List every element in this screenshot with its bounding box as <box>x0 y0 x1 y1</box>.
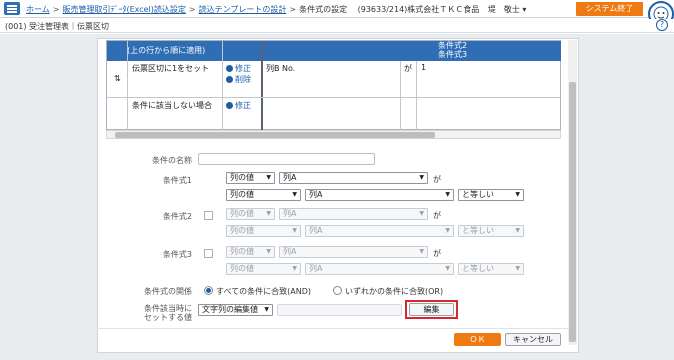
cond1-operator-select[interactable]: と等しい ▼ <box>458 189 524 201</box>
caret-down-icon: ▼ <box>445 227 450 234</box>
cond2-type2-select[interactable]: 列の値 ▼ <box>226 225 301 237</box>
caret-down-icon: ▼ <box>515 227 520 234</box>
logout-button[interactable]: システム終了 <box>576 2 643 16</box>
cond1-column-select[interactable]: 列A ▼ <box>279 172 428 184</box>
edit-icon <box>226 65 233 72</box>
cond2-type-select[interactable]: 列の値 ▼ <box>226 208 275 220</box>
edit-icon <box>226 102 233 109</box>
cond1-ga: が <box>433 175 441 184</box>
relation-or-radio[interactable] <box>333 286 342 295</box>
set-value-type-select[interactable]: 文字列の編集値 ▼ <box>198 304 273 316</box>
cond3-operator-select[interactable]: と等しい ▼ <box>458 263 524 275</box>
breadcrumb-current: 条件式の設定 <box>299 5 348 14</box>
cond2-column-select[interactable]: 列A ▼ <box>279 208 428 220</box>
menu-icon[interactable] <box>4 2 20 15</box>
caret-down-icon: ▼ <box>292 191 297 198</box>
row-label: 伝票区切に1をセット <box>132 64 210 73</box>
top-bar: ホーム > 販売管理取引ﾃﾞｰﾀ(Excel)読込設定 > 読込テンプレートの設計 > 条件… <box>0 0 674 18</box>
caret-down-icon: ▼ <box>445 191 450 198</box>
cancel-button[interactable]: キャンセル <box>505 333 561 346</box>
set-value-label: 条件該当時に セットする値 <box>144 304 192 322</box>
cond1-type-select[interactable]: 列の値 ▼ <box>226 172 275 184</box>
condition-column: 列B No. <box>266 64 296 73</box>
ok-button[interactable]: ＯＫ <box>454 333 501 346</box>
cond3-column2-select[interactable]: 列A ▼ <box>305 263 454 275</box>
breadcrumb-settings[interactable]: 販売管理取引ﾃﾞｰﾀ(Excel)読込設定 <box>62 5 185 14</box>
caret-down-icon: ▼ <box>515 265 520 272</box>
caret-down-icon: ▼ <box>419 210 424 217</box>
vertical-scrollbar[interactable] <box>568 40 577 345</box>
cond2-operator-select[interactable]: と等しい ▼ <box>458 225 524 237</box>
cond3-checkbox[interactable] <box>204 249 213 258</box>
breadcrumb-template[interactable]: 読込テンプレートの設計 <box>199 5 287 14</box>
caret-down-icon: ▼ <box>419 248 424 255</box>
company-name: (93633/214)株式会社ＴＫＣ食品 <box>357 5 480 14</box>
edit-link[interactable]: 修正 <box>226 63 251 74</box>
cond1-label: 条件式1 <box>162 176 192 185</box>
table-header-right: 条件式2 条件式3 <box>261 41 561 61</box>
row-label: 条件に該当しない場合 <box>132 101 212 110</box>
conditions-table: (上の行から順に適用) 条件式2 条件式3 ⇅ 伝票区切に1をセット 修正 削除… <box>106 40 561 131</box>
cond3-label: 条件式3 <box>162 250 192 259</box>
page-title: (001) 受注管理表｜伝票区切 <box>5 22 110 31</box>
drag-handle-icon[interactable]: ⇅ <box>114 74 121 83</box>
sub-header: (001) 受注管理表｜伝票区切 <box>0 19 674 33</box>
relation-label: 条件式の関係 <box>144 287 192 296</box>
caret-down-icon: ▼ <box>292 265 297 272</box>
edit-link[interactable]: 修正 <box>226 100 251 111</box>
caret-down-icon: ▼ <box>292 227 297 234</box>
condition-value: 1 <box>421 63 427 72</box>
name-label: 条件の名称 <box>152 156 192 165</box>
user-menu[interactable]: 堤 敬士 ▾ <box>488 5 527 14</box>
cond2-checkbox[interactable] <box>204 211 213 220</box>
caret-down-icon: ▼ <box>515 191 520 198</box>
cond2-ga: が <box>433 211 441 220</box>
caret-down-icon: ▼ <box>266 174 271 181</box>
caret-down-icon: ▼ <box>266 210 271 217</box>
relation-or-label[interactable]: いずれかの条件に合致(OR) <box>345 286 443 297</box>
cond2-label: 条件式2 <box>162 212 192 221</box>
relation-and-radio[interactable] <box>204 286 213 295</box>
set-value-display <box>277 304 402 316</box>
delete-link[interactable]: 削除 <box>226 74 251 85</box>
caret-down-icon: ▼ <box>264 306 269 313</box>
breadcrumb-home[interactable]: ホーム <box>26 5 50 14</box>
cond3-type-select[interactable]: 列の値 ▼ <box>226 246 275 258</box>
breadcrumb: ホーム > 販売管理取引ﾃﾞｰﾀ(Excel)読込設定 > 読込テンプレートの設計 > 条件… <box>26 5 527 14</box>
caret-down-icon: ▼ <box>445 265 450 272</box>
divider <box>97 328 569 329</box>
highlight-box <box>405 300 458 319</box>
cond3-ga: が <box>433 249 441 258</box>
cond1-column2-select[interactable]: 列A ▼ <box>305 189 454 201</box>
cond3-column-select[interactable]: 列A ▼ <box>279 246 428 258</box>
cond2-column2-select[interactable]: 列A ▼ <box>305 225 454 237</box>
help-icon[interactable]: ? <box>656 19 668 31</box>
condition-op: が <box>404 64 412 73</box>
table-header-left: (上の行から順に適用) <box>107 41 261 61</box>
delete-icon <box>226 76 233 83</box>
horizontal-scrollbar[interactable] <box>106 130 561 139</box>
cond3-type2-select[interactable]: 列の値 ▼ <box>226 263 301 275</box>
cond1-type2-select[interactable]: 列の値 ▼ <box>226 189 301 201</box>
relation-and-label[interactable]: すべての条件に合致(AND) <box>216 286 311 297</box>
condition-name-input[interactable] <box>198 153 375 165</box>
caret-down-icon: ▼ <box>266 248 271 255</box>
caret-down-icon: ▼ <box>419 174 424 181</box>
